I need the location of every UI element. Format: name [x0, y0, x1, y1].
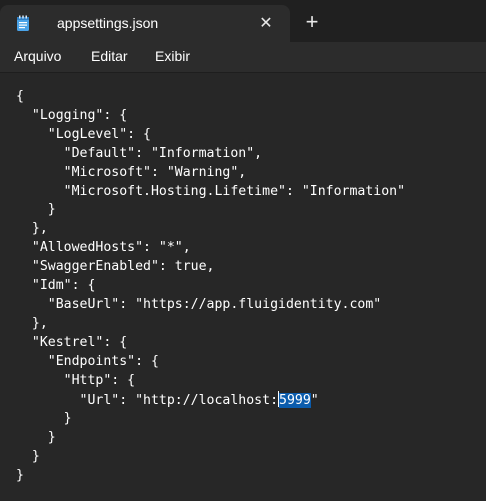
menu-file[interactable]: Arquivo	[14, 48, 61, 65]
notepad-window: appsettings.json ✕ + Arquivo Editar Exib…	[0, 0, 486, 501]
menu-edit[interactable]: Editar	[91, 48, 128, 65]
title-bar: appsettings.json ✕ +	[0, 0, 486, 42]
menu-view[interactable]: Exibir	[155, 48, 190, 65]
code-lines-before: { "Logging": { "LogLevel": { "Default": …	[16, 89, 406, 388]
tab-title: appsettings.json	[57, 15, 159, 31]
new-tab-button[interactable]: +	[302, 11, 322, 33]
url-line-suffix: "	[310, 392, 319, 408]
url-line-prefix: "Url": "http://localhost:	[16, 392, 279, 408]
close-tab-icon[interactable]: ✕	[256, 14, 276, 34]
notepad-icon	[17, 15, 29, 31]
text-editor[interactable]: { "Logging": { "LogLevel": { "Default": …	[0, 73, 486, 501]
menu-bar: Arquivo Editar Exibir	[0, 42, 486, 73]
code-lines-after: } } } }	[16, 411, 72, 484]
tab-appsettings[interactable]: appsettings.json ✕	[0, 5, 290, 42]
selected-text: 5999	[279, 392, 311, 408]
editor-content[interactable]: { "Logging": { "LogLevel": { "Default": …	[16, 88, 405, 486]
